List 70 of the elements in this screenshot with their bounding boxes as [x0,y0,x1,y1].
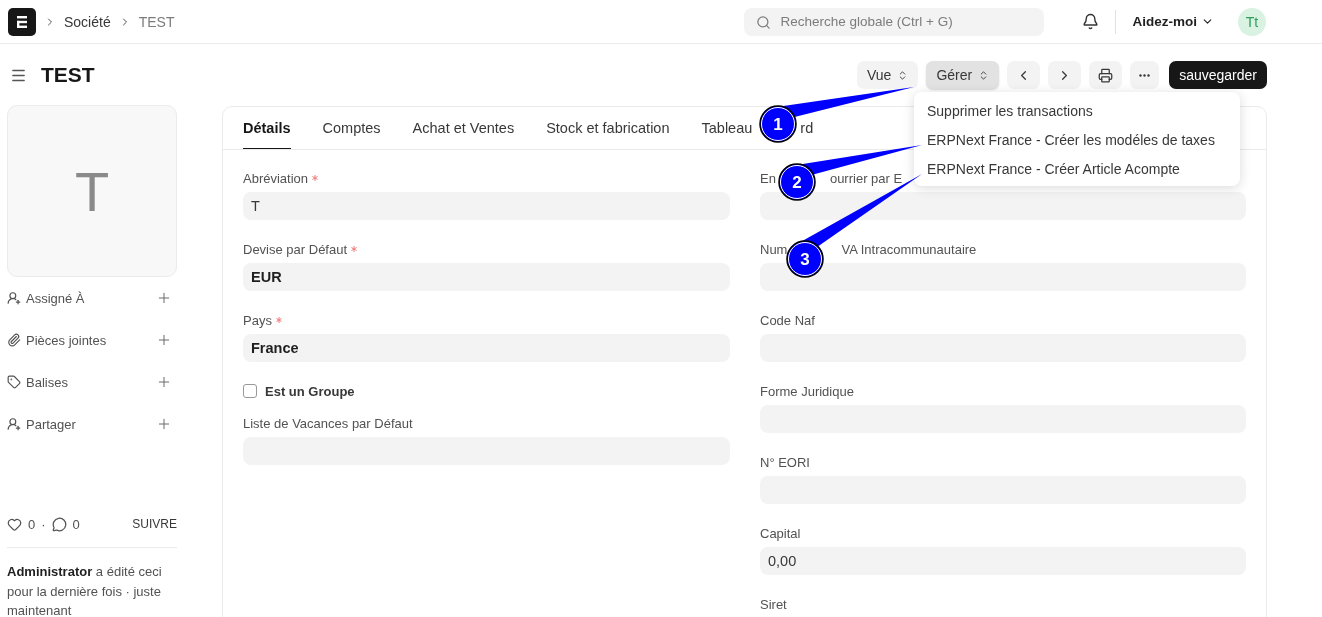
breadcrumb-link[interactable]: Société [64,13,111,30]
heart-icon[interactable] [7,516,22,532]
sidebar-item[interactable]: Balises [26,374,151,390]
field-label: Devise par Défaut [243,241,348,257]
input-field[interactable] [760,263,1246,291]
field-label: ourrier par E [829,170,903,186]
add-button[interactable] [156,416,172,432]
field-label: Code Naf [760,312,815,328]
field-label: En [760,170,776,186]
menu-item[interactable]: Supprimer les transactions [914,96,1240,125]
user-plus-icon [7,417,21,431]
next-button[interactable] [1048,61,1082,89]
comment-count: 0 [72,516,80,532]
sidebar-item[interactable]: Pièces jointes [26,332,151,348]
page-title: TEST [41,63,95,87]
menu-button[interactable]: Gérer [926,61,1000,89]
tab[interactable]: Stock et fabrication [546,107,670,149]
tag-icon [7,375,21,389]
input-field[interactable]: France [243,334,730,362]
input-field[interactable] [760,192,1246,220]
help-menu[interactable]: Aidez-moi [1132,14,1214,29]
callout-number: 2 [792,173,802,192]
breadcrumb-link[interactable]: TEST [138,13,175,30]
callout-number: 3 [800,250,810,269]
follow-button[interactable]: SUIVRE [132,517,177,531]
field-label: Pays [243,312,272,328]
user-plus-icon [7,291,21,305]
checkbox-label: Est un Groupe [265,383,355,399]
menu-item[interactable]: ERPNext France - Créer Article Acompte [914,154,1240,183]
add-button[interactable] [156,374,172,390]
ellipsis-icon [1139,73,1151,77]
previous-button[interactable] [1007,61,1041,89]
checkbox[interactable] [243,384,257,398]
tab[interactable]: Comptes [322,107,381,149]
tab[interactable]: Détails [243,107,291,149]
input-field[interactable]: EUR [243,263,730,291]
logo-icon[interactable] [8,7,36,36]
search-field[interactable]: Recherche globale (Ctrl + G) [744,7,1045,36]
required-icon [275,317,282,323]
field-label: Siret [760,596,787,612]
required-icon [312,175,319,181]
bell-icon[interactable] [1082,13,1100,30]
input-field[interactable]: T [243,192,730,220]
field-label: Forme Juridique [760,383,854,399]
field-label: N° EORI [760,454,810,470]
activity-text: Administrator a édité ceci pour la dernière fois · juste maintenant [7,563,163,617]
menu-item[interactable]: ERPNext France - Créer les modéles de taxes [914,125,1240,154]
input-field[interactable]: 0,00 [760,547,1246,575]
field-label: Liste de Vacances par Défaut [243,415,413,431]
add-button[interactable] [156,332,172,348]
tab[interactable]: Achat et Ventes [412,107,515,149]
field-label: Abréviation [243,170,309,186]
field-label: VA Intracommunautaire [841,241,977,257]
save-button[interactable]: sauvegarder [1169,61,1267,89]
menu-button[interactable]: Vue [857,61,919,89]
more-button[interactable] [1130,61,1160,89]
callout-number: 1 [773,115,783,134]
paperclip-icon [7,333,21,347]
like-count: 0 [28,516,36,532]
comment-icon[interactable] [51,516,67,532]
add-button[interactable] [156,290,172,306]
printer-icon [1098,67,1114,83]
required-icon [351,246,358,252]
separator: · [41,516,46,532]
sidebar-item[interactable]: Assigné À [26,290,151,306]
print-button[interactable] [1089,61,1123,89]
field-label: Capital [760,525,801,541]
sidebar-item[interactable]: Partager [26,416,151,432]
search-icon [756,14,772,30]
field-label: Num [760,241,788,257]
